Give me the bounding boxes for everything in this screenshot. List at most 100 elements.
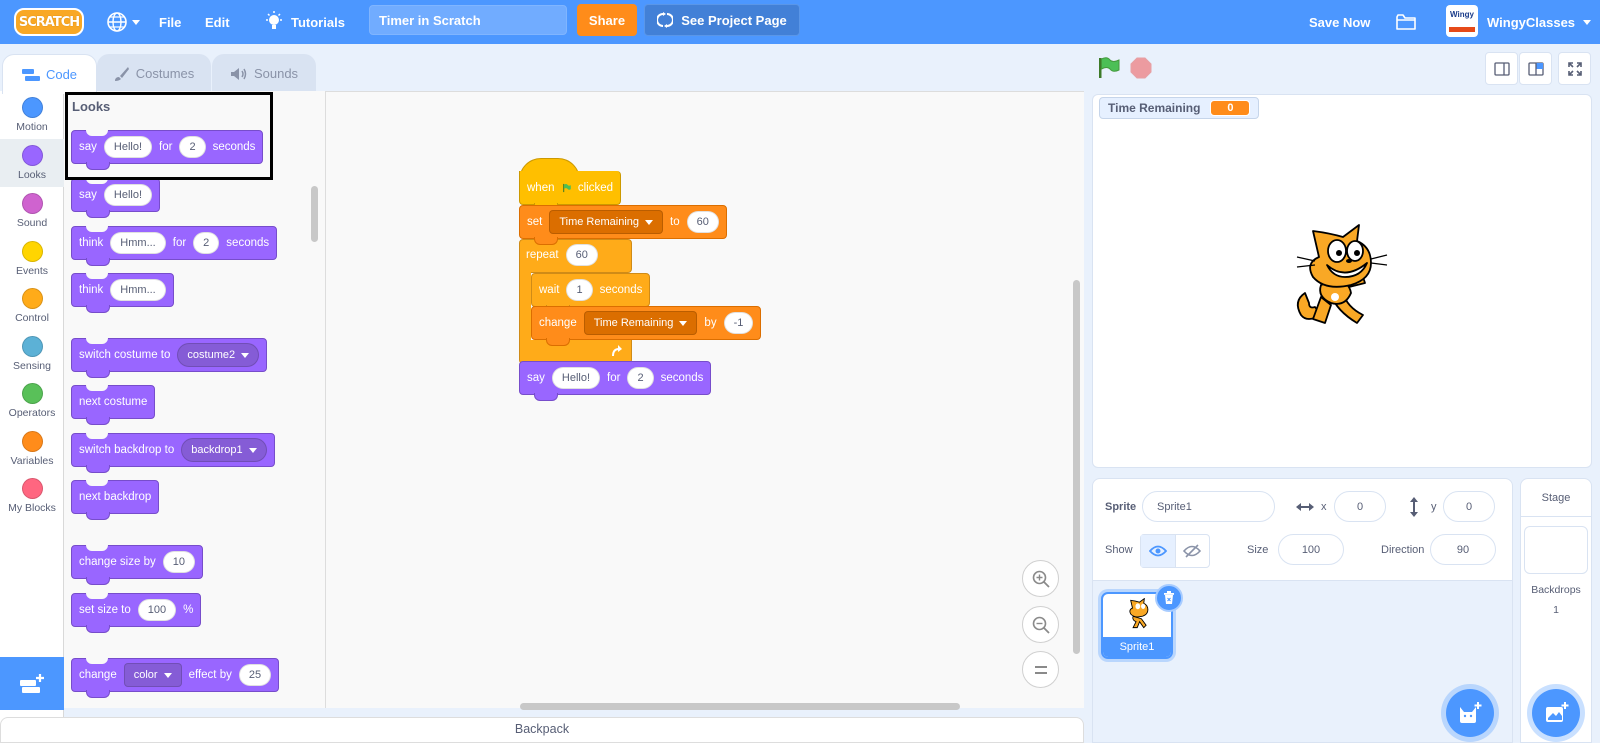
seconds-input[interactable]: 2 (627, 367, 654, 389)
tab-sounds[interactable]: Sounds (212, 54, 316, 92)
sprite-name-input[interactable]: Sprite1 (1142, 491, 1275, 522)
lightbulb-icon (266, 11, 282, 29)
choose-sprite-button[interactable] (1446, 689, 1494, 737)
category-sound[interactable]: Sound (0, 187, 64, 235)
variable-dropdown[interactable]: Time Remaining (549, 210, 664, 234)
costume-dropdown[interactable]: costume2 (177, 343, 260, 367)
zoom-reset-button[interactable] (1022, 651, 1059, 688)
effect-dropdown[interactable]: color (123, 663, 182, 687)
block-next-costume[interactable]: next costume (71, 385, 156, 425)
wait-seconds-input[interactable]: 1 (566, 279, 593, 301)
category-operators[interactable]: Operators (0, 377, 64, 425)
block-wait[interactable]: wait 1 seconds (531, 273, 651, 313)
backpack[interactable]: Backpack (0, 717, 1084, 743)
category-sensing[interactable]: Sensing (0, 330, 64, 378)
palette-scrollbar[interactable] (311, 186, 318, 242)
zoom-in-button[interactable] (1022, 560, 1059, 597)
x-position-input[interactable]: 0 (1334, 491, 1386, 522)
block-say-for-seconds-script[interactable]: say Hello! for 2 seconds (519, 361, 712, 401)
script-workspace[interactable] (326, 91, 1084, 708)
file-menu[interactable]: File (159, 0, 181, 44)
repeat-count-input[interactable]: 60 (565, 244, 598, 266)
set-value-input[interactable]: 60 (686, 211, 719, 233)
chevron-down-icon (241, 352, 250, 358)
hide-button[interactable] (1176, 535, 1210, 567)
account-menu[interactable]: WingyClasses (1487, 0, 1592, 44)
code-blocks-icon (21, 68, 40, 81)
tab-code[interactable]: Code (2, 54, 97, 94)
save-now-button[interactable]: Save Now (1309, 0, 1370, 44)
category-motion[interactable]: Motion (0, 91, 64, 139)
category-my-blocks[interactable]: My Blocks (0, 472, 64, 520)
see-project-page-button[interactable]: See Project Page (644, 4, 800, 36)
stage-canvas[interactable]: Time Remaining 0 (1092, 94, 1592, 468)
fullscreen-button[interactable] (1558, 52, 1591, 85)
choose-backdrop-button[interactable] (1532, 689, 1580, 737)
category-events[interactable]: Events (0, 235, 64, 283)
block-text: change (539, 317, 577, 329)
block-say[interactable]: say Hello! (71, 178, 161, 218)
tab-costumes[interactable]: Costumes (97, 54, 211, 92)
my-stuff-button[interactable] (1395, 0, 1417, 44)
message-input[interactable]: Hmm... (110, 279, 166, 301)
block-change-variable[interactable]: change Time Remaining by -1 (531, 306, 762, 346)
size-change-input[interactable]: 10 (162, 551, 195, 573)
change-value-input[interactable]: -1 (723, 312, 754, 334)
stage-title: Stage (1521, 479, 1591, 517)
block-set-size[interactable]: set size to 100 % (71, 593, 202, 633)
block-think[interactable]: think Hmm... (71, 273, 174, 313)
scratch-cat-sprite[interactable] (1291, 223, 1391, 331)
y-position-input[interactable]: 0 (1443, 491, 1495, 522)
category-control[interactable]: Control (0, 282, 64, 330)
sprite-thumbnail-name: Sprite1 (1103, 637, 1171, 657)
tutorials-button[interactable]: Tutorials (265, 0, 345, 44)
block-change-size[interactable]: change size by 10 (71, 545, 203, 585)
size-input[interactable]: 100 (137, 599, 177, 621)
share-button[interactable]: Share (577, 4, 637, 36)
block-text: next backdrop (79, 491, 152, 503)
block-text: think (79, 237, 104, 249)
motion-dot-icon (21, 97, 43, 118)
backdrop-dropdown[interactable]: backdrop1 (181, 438, 267, 462)
category-variables[interactable]: Variables (0, 425, 64, 473)
variable-dropdown[interactable]: Time Remaining (583, 311, 698, 335)
dropdown-value: backdrop1 (191, 444, 243, 456)
sensing-dot-icon (21, 336, 43, 357)
block-think-for-seconds[interactable]: think Hmm... for 2 seconds (71, 226, 278, 266)
workspace-vertical-scrollbar[interactable] (1073, 280, 1080, 654)
block-next-backdrop[interactable]: next backdrop (71, 480, 160, 520)
zoom-out-button[interactable] (1022, 606, 1059, 643)
user-avatar[interactable]: Wingy (1446, 5, 1478, 37)
block-set-variable[interactable]: set Time Remaining to 60 (519, 205, 727, 245)
block-text: say (527, 372, 545, 384)
scratch-logo[interactable]: SCRATCH (14, 8, 84, 36)
small-stage-button[interactable] (1485, 52, 1518, 85)
message-input[interactable]: Hello! (551, 367, 601, 389)
show-button[interactable] (1141, 535, 1176, 567)
dropdown-value: costume2 (187, 349, 236, 361)
direction-input[interactable]: 90 (1430, 534, 1496, 565)
add-extension-button[interactable] (0, 657, 64, 710)
block-switch-backdrop[interactable]: switch backdrop to backdrop1 (71, 433, 275, 473)
visibility-toggle (1140, 534, 1210, 568)
block-text: for (172, 237, 187, 249)
size-input[interactable]: 100 (1278, 534, 1344, 565)
seconds-input[interactable]: 2 (193, 232, 220, 254)
category-looks[interactable]: Looks (0, 139, 64, 187)
workspace-horizontal-scrollbar[interactable] (520, 703, 960, 710)
block-change-effect[interactable]: change color effect by 25 (71, 658, 280, 698)
delete-sprite-button[interactable] (1155, 584, 1183, 612)
loop-arrow-icon (612, 345, 622, 357)
project-title-input[interactable]: Timer in Scratch (369, 5, 567, 35)
language-menu[interactable] (106, 0, 140, 44)
message-input[interactable]: Hello! (103, 184, 153, 206)
large-stage-button[interactable] (1519, 52, 1552, 85)
message-input[interactable]: Hmm... (110, 232, 166, 254)
stage-thumbnail[interactable] (1524, 526, 1588, 574)
edit-menu[interactable]: Edit (205, 0, 230, 44)
green-flag-button[interactable] (1097, 57, 1121, 79)
block-when-flag-clicked[interactable]: when clicked (519, 171, 621, 211)
stop-button[interactable] (1130, 57, 1152, 79)
block-switch-costume[interactable]: switch costume to costume2 (71, 338, 268, 378)
effect-value-input[interactable]: 25 (238, 664, 272, 686)
